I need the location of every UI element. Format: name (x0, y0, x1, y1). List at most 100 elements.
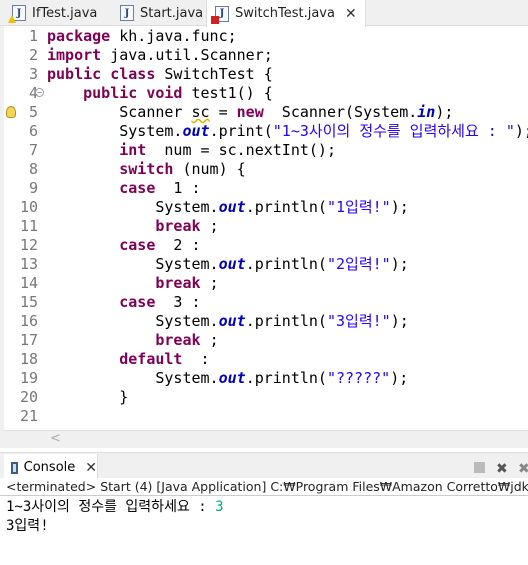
line-number: 18 (19, 350, 38, 368)
line-number: 20 (19, 388, 38, 406)
code-token: out (182, 122, 210, 140)
line-number: 16 (19, 312, 38, 330)
java-file-icon: J (8, 5, 26, 23)
code-line: 14 break ; (4, 274, 528, 293)
error-icon (211, 15, 219, 24)
code-editor[interactable]: 1 package kh.java.func; 2 import java.util.… (0, 26, 528, 430)
code-token: System. (47, 122, 183, 140)
tab-console[interactable]: Console ✕ (4, 454, 98, 481)
line-number: 7 (28, 141, 38, 159)
line-number: 3 (28, 65, 38, 83)
code-token: "2입력!" (326, 255, 391, 273)
code-token: ); (390, 198, 409, 216)
code-token: out (218, 255, 246, 273)
console-output[interactable]: 1~3사이의 정수를 입력하세요 : 3 3입력! (6, 498, 224, 536)
code-line: 8 switch (num) { (4, 160, 528, 179)
line-number: 12 (19, 236, 38, 254)
code-token: System. (47, 198, 219, 216)
code-token: ); (390, 255, 409, 273)
tab-label: SwitchTest.java (235, 6, 335, 21)
code-token: ; (209, 274, 219, 292)
close-icon[interactable]: ✕ (85, 460, 97, 476)
code-token: 3 : (164, 293, 201, 311)
code-line: 10 System.out.println("1입력!"); (4, 198, 528, 217)
code-token: test1() { (191, 84, 273, 102)
console-input: 3 (215, 499, 224, 515)
code-token: ; (209, 331, 219, 349)
line-number: 1 (28, 27, 38, 45)
code-token: .println( (245, 198, 327, 216)
line-number: 21 (19, 407, 38, 425)
horizontal-scrollbar[interactable]: < (0, 430, 528, 448)
code-token: ; (209, 217, 219, 235)
code-token: switch (119, 160, 174, 178)
code-token: out (218, 312, 246, 330)
code-token: public class (47, 65, 156, 83)
code-token: System. (47, 369, 219, 387)
code-line: 6 System.out.print("1~3사이의 정수를 입력하세요 : "… (4, 122, 528, 141)
code-line: 4− public void test1() { (4, 84, 528, 103)
tab-switchtest-java[interactable]: J SwitchTest.java ✕ (206, 0, 366, 27)
code-token: ); (390, 312, 409, 330)
code-token: SwitchTest { (164, 65, 273, 83)
remove-all-icon[interactable]: ✖ (518, 461, 528, 477)
code-token: out (218, 369, 246, 387)
code-line: 9 case 1 : (4, 179, 528, 198)
code-line: 20 } (4, 388, 528, 407)
code-token: out (218, 198, 246, 216)
code-token: break (155, 274, 201, 292)
code-token: default (119, 350, 183, 368)
line-number: 9 (28, 179, 38, 197)
code-token: in (417, 103, 436, 121)
close-icon[interactable]: ✕ (345, 6, 357, 22)
code-token: java.util.Scanner; (110, 46, 273, 64)
code-line: 16 System.out.println("3입력!"); (4, 312, 528, 331)
console-icon (11, 461, 18, 474)
code-token: ); (514, 122, 528, 140)
code-line: 12 case 2 : (4, 236, 528, 255)
code-token: import (47, 46, 102, 64)
code-token: ); (390, 369, 409, 387)
code-token: "?????" (326, 369, 391, 387)
line-number: 17 (19, 331, 38, 349)
code-token: Scanner(System. (272, 103, 418, 121)
line-number: 6 (28, 122, 38, 140)
console-status: <terminated> Start (4) [Java Application… (0, 478, 528, 496)
line-number: 14 (19, 274, 38, 292)
tab-iftest-java[interactable]: J IfTest.java (4, 0, 97, 26)
line-number: 15 (19, 293, 38, 311)
line-number: 2 (28, 46, 38, 64)
terminate-icon[interactable] (474, 462, 485, 473)
java-file-icon: J (120, 5, 134, 21)
code-token: .println( (245, 255, 327, 273)
fold-toggle-icon[interactable]: − (35, 88, 44, 97)
code-token: int (119, 141, 147, 159)
line-number: 8 (28, 160, 38, 178)
code-token: 1 : (164, 179, 201, 197)
code-line: 5 Scanner sc = new Scanner(System.in); (4, 103, 528, 122)
code-token: case (119, 179, 156, 197)
code-line: 17 break ; (4, 331, 528, 350)
code-token: break (155, 331, 201, 349)
code-token: package (47, 27, 111, 45)
code-token: 2 : (164, 236, 201, 254)
code-token: System. (47, 312, 219, 330)
line-number: 13 (19, 255, 38, 273)
code-token: case (119, 293, 156, 311)
code-token: "3입력!" (326, 312, 391, 330)
scroll-left-icon[interactable]: < (50, 431, 61, 446)
code-token: case (119, 236, 156, 254)
tab-start-java[interactable]: J Start.java (112, 0, 203, 26)
java-file-icon: J (211, 5, 229, 24)
console-prompt: 1~3사이의 정수를 입력하세요 : (6, 499, 216, 515)
tab-label: IfTest.java (32, 5, 98, 21)
remove-launch-icon[interactable]: ✖ (496, 461, 508, 477)
